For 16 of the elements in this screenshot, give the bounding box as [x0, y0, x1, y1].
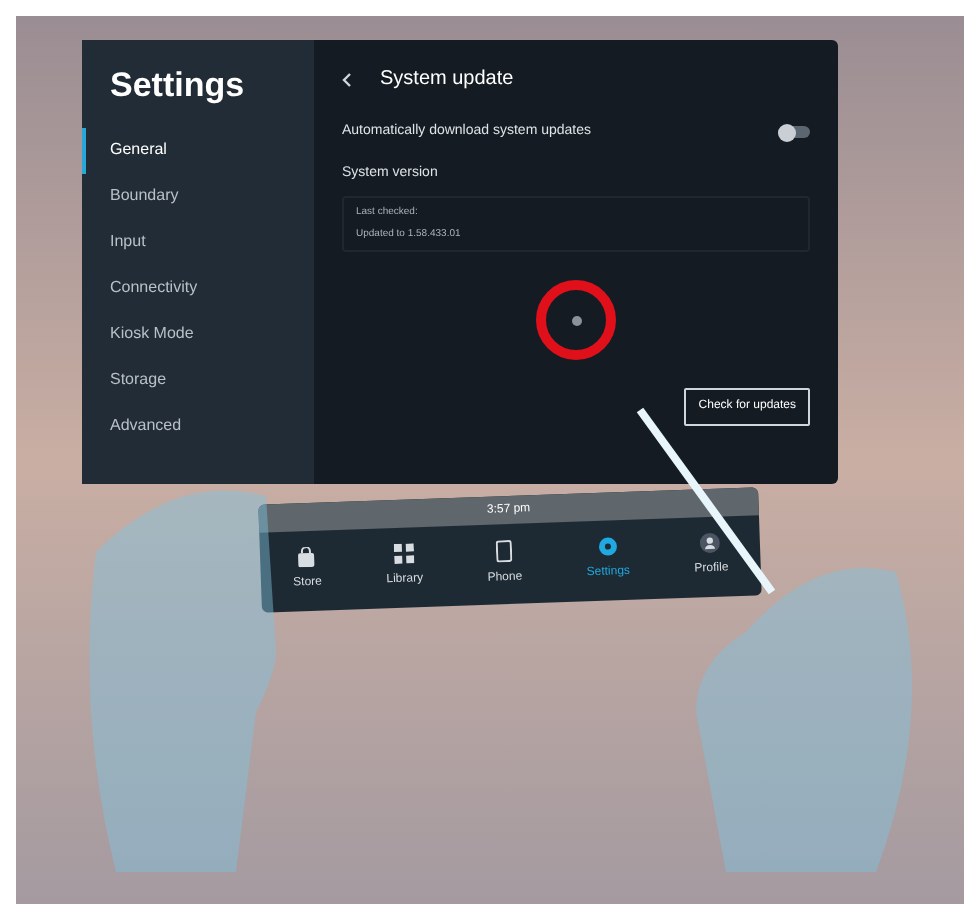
sidebar-item[interactable]: Kiosk Mode — [82, 311, 314, 357]
toggle-switch[interactable] — [778, 126, 810, 139]
person-icon — [700, 532, 721, 554]
sidebar-item[interactable]: General — [82, 127, 314, 173]
sidebar-item[interactable]: Boundary — [82, 173, 314, 219]
settings-icon — [597, 536, 618, 557]
grid-icon — [393, 543, 415, 565]
page-title: System update — [380, 66, 514, 94]
sidebar-item[interactable]: Input — [82, 219, 314, 265]
sidebar-item[interactable]: Storage — [82, 357, 314, 403]
sidebar-item[interactable]: Connectivity — [82, 265, 314, 311]
phone-icon — [495, 539, 513, 563]
back-chevron-icon[interactable] — [342, 71, 352, 87]
settings-title: Settings — [108, 64, 247, 108]
bag-icon — [296, 546, 318, 568]
sidebar-item[interactable]: Advanced — [82, 403, 314, 449]
